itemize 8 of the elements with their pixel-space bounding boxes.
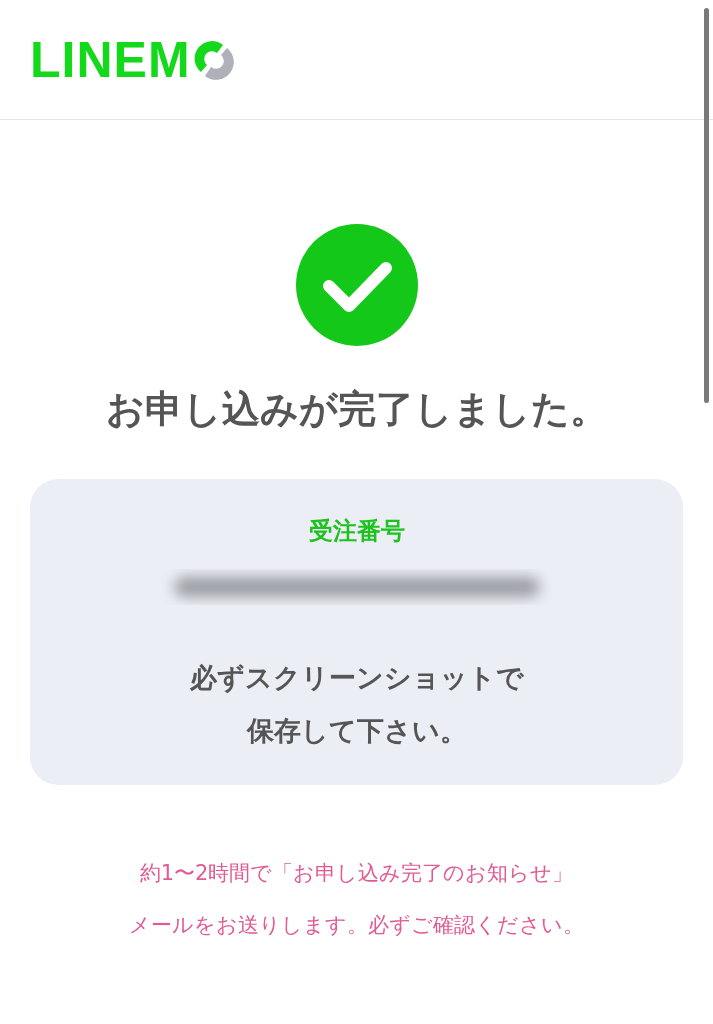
completion-title: お申し込みが完了しました。 (105, 386, 608, 433)
logo: LINEM (30, 34, 191, 85)
email-notice: 約1〜2時間で「お申し込み完了のお知らせ」 メールをお送りします。必ずご確認ください。 (129, 860, 584, 939)
scrollbar[interactable] (704, 8, 709, 403)
ring-logo-icon (192, 38, 235, 81)
check-circle-icon (295, 224, 418, 346)
screenshot-note: 必ずスクリーンショットで 保存して下さい。 (189, 661, 524, 748)
order-number-label: 受注番号 (308, 516, 405, 547)
